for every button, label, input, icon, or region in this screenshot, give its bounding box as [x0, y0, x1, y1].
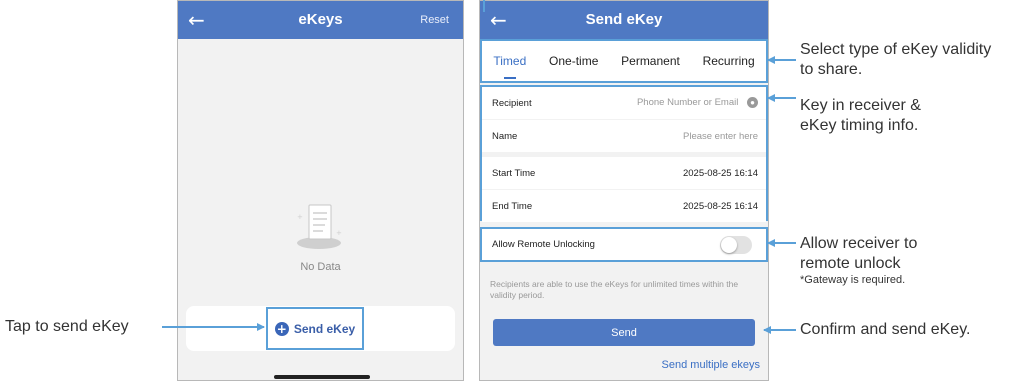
annotation-line: to share. [800, 61, 863, 78]
annotation-remote: Allow receiver to remote unlock *Gateway… [800, 234, 917, 287]
annotation-confirm: Confirm and send eKey. [800, 321, 971, 338]
annotation-line: Key in receiver & [800, 97, 921, 114]
annotation-line: Allow receiver to [800, 235, 918, 252]
annotation-gateway-note: *Gateway is required. [800, 274, 906, 286]
annotation-info: Key in receiver & eKey timing info. [800, 96, 921, 136]
annotation-validity: Select type of eKey validity to share. [800, 40, 991, 80]
annotation-line: eKey timing info. [800, 117, 919, 134]
annotation-tap-send: Tap to send eKey [5, 318, 129, 335]
annotation-line: remote unlock [800, 255, 901, 272]
annotation-line: Select type of eKey validity [800, 41, 992, 58]
